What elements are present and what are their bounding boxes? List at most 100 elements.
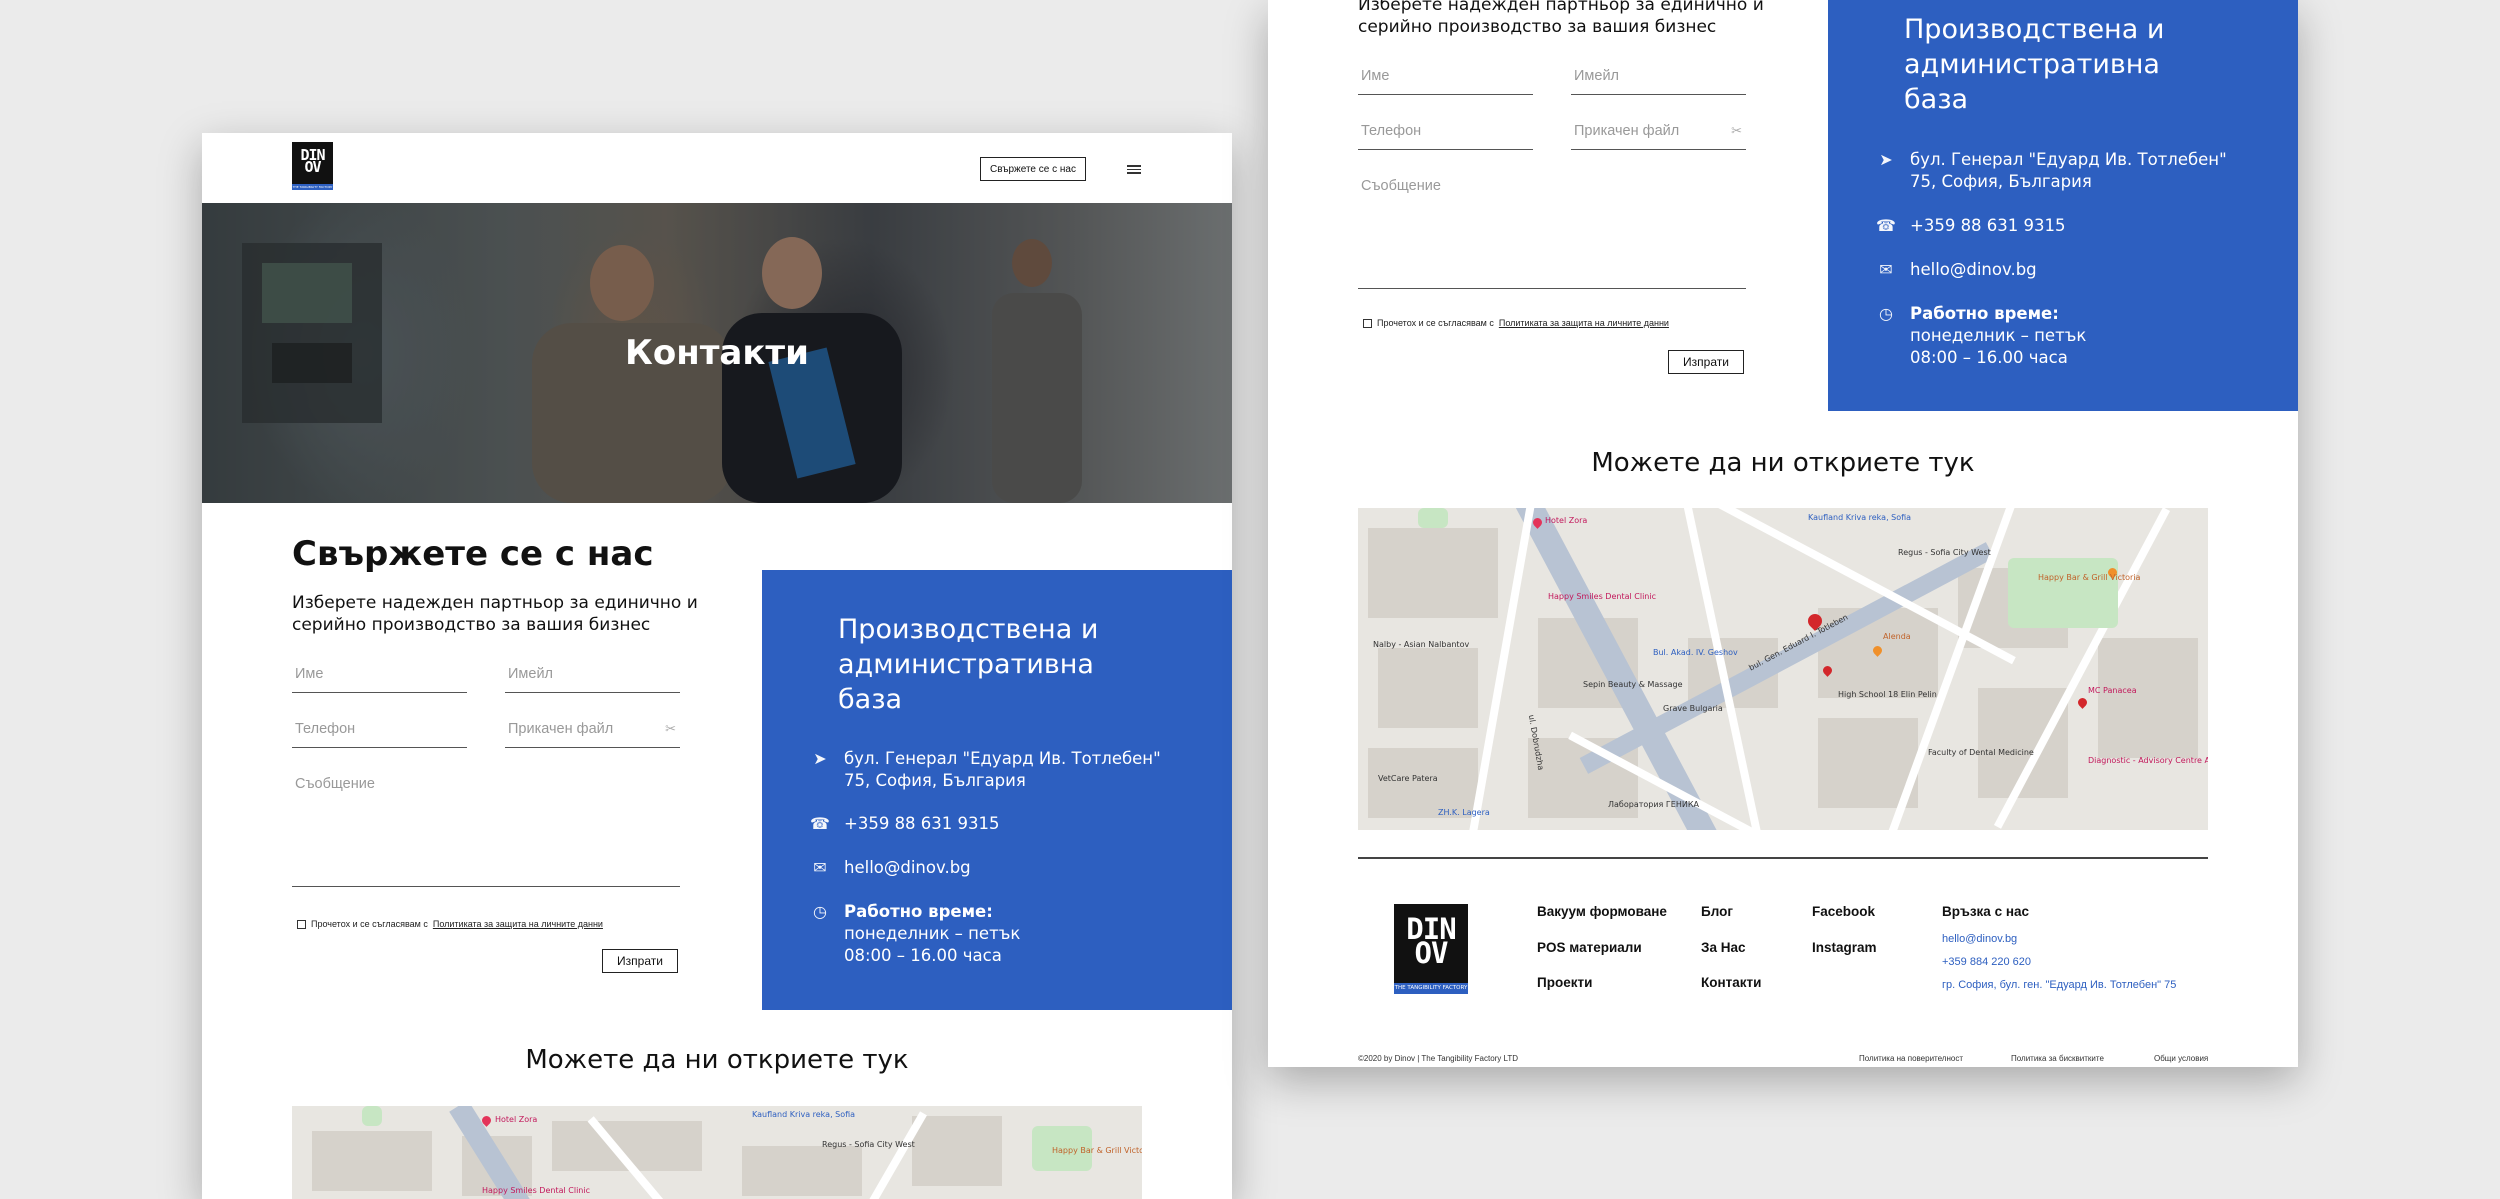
email-placeholder: Имейл (1574, 68, 1620, 84)
email-row[interactable]: ✉ hello@dinov.bg (810, 857, 971, 879)
hours-time: 08:00 – 16.00 часа (844, 946, 1002, 965)
address-line-1: бул. Генерал "Едуард Ив. Тотлебен" (844, 749, 1161, 768)
logo-bottom: OV (304, 158, 321, 176)
privacy-policy-link[interactable]: Политиката за защита на личните данни (1499, 318, 1669, 328)
footer-link-vacuum[interactable]: Вакуум формоване (1537, 904, 1667, 919)
address-line-2: 75, София, България (844, 771, 1026, 790)
consent-checkbox[interactable] (1363, 318, 1372, 328)
page-mockup-main: DIN OV THE TANGIBILITY FACTORY Свържете с… (202, 133, 1232, 1199)
footer-logo[interactable]: DIN OV THE TANGIBILITY FACTORY (1394, 904, 1468, 994)
map-title: Можете да ни откриете тук (1591, 448, 1975, 478)
map-label: Happy Bar & Grill Victoria (2038, 573, 2141, 582)
phone-number[interactable]: +359 88 631 9315 (844, 813, 1000, 835)
consent-text: Прочетох и се съгласявам с (311, 919, 428, 929)
menu-icon[interactable] (1127, 165, 1141, 174)
message-input[interactable]: Съобщение (292, 776, 680, 887)
map-label: MC Panacea (2088, 686, 2137, 695)
email-input[interactable]: Имейл (1571, 68, 1746, 95)
contact-button[interactable]: Свържете се с нас (980, 157, 1086, 181)
email-address[interactable]: hello@dinov.bg (844, 857, 971, 879)
lead-line-1: Изберете надежден партньор за единично и (292, 593, 698, 613)
name-placeholder: Име (295, 666, 324, 682)
address-row: ➤ бул. Генерал "Едуард Ив. Тотлебен" 75, … (1876, 149, 2227, 193)
name-input[interactable]: Име (292, 666, 467, 693)
name-input[interactable]: Име (1358, 68, 1533, 95)
email-row[interactable]: ✉ hello@dinov.bg (1876, 259, 2037, 281)
map-label: Happy Smiles Dental Clinic (482, 1186, 590, 1195)
map-label: Kaufland Kriva reka, Sofia (1808, 513, 1912, 522)
file-placeholder: Прикачен файл (1574, 123, 1680, 139)
footer-cookies-link[interactable]: Политика за бисквитките (2011, 1054, 2104, 1063)
phone-input[interactable]: Телефон (292, 721, 467, 748)
footer-link-contacts[interactable]: Контакти (1701, 975, 1761, 990)
hours-days: понеделник – петък (1910, 326, 2087, 345)
hours-days: понеделник – петък (844, 924, 1021, 943)
panel-title: Производствена и административна база (1904, 12, 2164, 117)
logo[interactable]: DIN OV THE TANGIBILITY FACTORY (292, 142, 333, 190)
footer-link-instagram[interactable]: Instagram (1812, 940, 1877, 955)
map-label: ZH.K. Lagera (1438, 808, 1490, 817)
panel-title-line-2: административна (1904, 49, 2160, 80)
map-label: Faculty of Dental Medicine (1928, 748, 2034, 757)
privacy-policy-link[interactable]: Политиката за защита на личните данни (433, 919, 603, 929)
message-input[interactable]: Съобщение (1358, 178, 1746, 289)
panel-title-line-1: Производствена и (1904, 14, 2165, 45)
hero-title: Контакти (625, 333, 809, 373)
consent-checkbox-row[interactable]: Прочетох и се съгласявам с Политиката за… (297, 919, 603, 929)
message-placeholder: Съобщение (295, 776, 375, 792)
location-map[interactable]: Hotel Zora Kaufland Kriva reka, Sofia Re… (1358, 508, 2208, 830)
address-line-2: 75, София, България (1910, 172, 2092, 191)
footer-address: гр. София, бул. ген. "Едуард Ив. Тотлебе… (1942, 979, 2177, 991)
phone-row[interactable]: ☎ +359 88 631 9315 (1876, 215, 2066, 237)
footer-link-facebook[interactable]: Facebook (1812, 904, 1875, 919)
map-label: Nalby - Asian Nalbantov (1373, 640, 1470, 649)
email-address[interactable]: hello@dinov.bg (1910, 259, 2037, 281)
footer-terms-link[interactable]: Общи условия (2154, 1054, 2208, 1063)
footer-contact-title: Връзка с нас (1942, 904, 2029, 919)
footer-link-blog[interactable]: Блог (1701, 904, 1733, 919)
page-mockup-scrolled: Изберете надежден партньор за единично и… (1268, 0, 2298, 1067)
message-placeholder: Съобщение (1361, 178, 1441, 194)
lead-line-2: серийно производство за вашия бизнес (292, 615, 651, 635)
map-title: Можете да ни откриете тук (525, 1045, 909, 1075)
phone-row[interactable]: ☎ +359 88 631 9315 (810, 813, 1000, 835)
map-label: VetCare Patera (1378, 774, 1438, 783)
panel-title: Производствена и административна база (838, 612, 1098, 717)
map-label: High School 18 Elin Pelin (1838, 690, 1937, 699)
consent-checkbox-row[interactable]: Прочетох и се съгласявам с Политиката за… (1363, 318, 1669, 328)
mail-icon: ✉ (813, 858, 827, 877)
hours-time: 08:00 – 16.00 часа (1910, 348, 2068, 367)
contact-heading: Свържете се с нас (292, 534, 654, 574)
footer-link-pos[interactable]: POS материали (1537, 940, 1642, 955)
footer-divider (1358, 857, 2208, 859)
contact-lead: Изберете надежден партньор за единично и… (292, 592, 698, 636)
file-input[interactable]: Прикачен файл ✂ (1571, 123, 1746, 150)
location-map[interactable]: Hotel Zora Kaufland Kriva reka, Sofia Re… (292, 1106, 1142, 1199)
logo-bottom: OV (1414, 936, 1449, 970)
hours-label: Работно време: (1910, 304, 2059, 323)
file-placeholder: Прикачен файл (508, 721, 614, 737)
phone-placeholder: Телефон (295, 721, 356, 737)
phone-input[interactable]: Телефон (1358, 123, 1533, 150)
clock-icon: ◷ (1879, 304, 1893, 323)
hero-banner: Контакти (202, 203, 1232, 503)
map-label: Regus - Sofia City West (1898, 548, 1991, 557)
submit-button[interactable]: Изпрати (602, 949, 678, 973)
map-label: Лаборатория ГЕНИКА (1608, 800, 1699, 809)
footer-link-about[interactable]: За Нас (1701, 940, 1745, 955)
phone-number[interactable]: +359 88 631 9315 (1910, 215, 2066, 237)
footer-link-projects[interactable]: Проекти (1537, 975, 1592, 990)
address-line-1: бул. Генерал "Едуард Ив. Тотлебен" (1910, 150, 2227, 169)
email-input[interactable]: Имейл (505, 666, 680, 693)
map-label: Bul. Akad. IV. Geshov (1653, 648, 1738, 657)
logo-tagline: THE TANGIBILITY FACTORY (1394, 983, 1468, 994)
consent-checkbox[interactable] (297, 919, 306, 929)
map-label: Alenda (1883, 632, 1911, 641)
submit-button[interactable]: Изпрати (1668, 350, 1744, 374)
file-input[interactable]: Прикачен файл ✂ (505, 721, 680, 748)
logo-tagline: THE TANGIBILITY FACTORY (292, 184, 333, 190)
footer-phone[interactable]: +359 884 220 620 (1942, 956, 2031, 968)
footer-privacy-link[interactable]: Политика на поверителност (1859, 1054, 1963, 1063)
footer-email[interactable]: hello@dinov.bg (1942, 933, 2017, 945)
contact-info-panel: Производствена и административна база ➤ … (1828, 0, 2298, 411)
